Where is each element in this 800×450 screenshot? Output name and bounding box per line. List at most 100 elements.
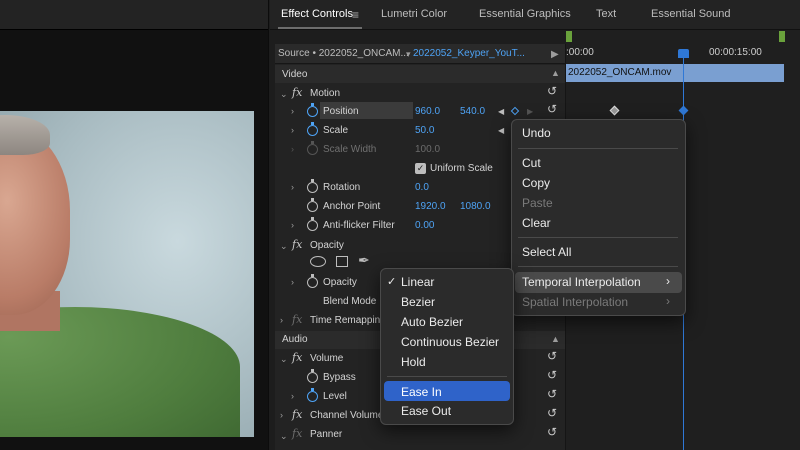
clip-name-label: 2022052_ONCAM.mov: [568, 67, 672, 78]
rotation-expand-chevron-icon[interactable]: ›: [291, 182, 294, 192]
volume-expand-chevron-icon[interactable]: ⌄: [280, 354, 288, 365]
tab-essential-graphics[interactable]: Essential Graphics: [479, 8, 571, 20]
position-x-value[interactable]: 960.0: [415, 106, 440, 117]
opacity-fx-icon[interactable]: fx: [292, 238, 302, 251]
menu-item-undo[interactable]: Undo: [522, 126, 551, 140]
prev-keyframe-icon[interactable]: ◀: [498, 107, 504, 116]
active-tab-indicator: [278, 27, 362, 29]
submenu-item-bezier[interactable]: Bezier: [401, 295, 435, 309]
play-clip-icon[interactable]: ▶: [551, 49, 559, 60]
bypass-stopwatch-icon[interactable]: [307, 369, 318, 383]
scale-expand-chevron-icon[interactable]: ›: [291, 125, 294, 135]
video-frame: [0, 111, 254, 437]
menu-item-select-all[interactable]: Select All: [522, 245, 571, 259]
menu-item-paste[interactable]: Paste: [522, 196, 553, 210]
submenu-arrow-icon: ›: [666, 294, 670, 308]
antiflicker-value[interactable]: 0.00: [415, 220, 434, 231]
tab-text[interactable]: Text: [596, 8, 616, 20]
opacity-expand-chevron-icon[interactable]: ›: [291, 277, 294, 287]
scale-label: Scale: [323, 125, 349, 136]
volume-fx-icon[interactable]: fx: [292, 351, 302, 364]
position-stopwatch-icon[interactable]: [307, 103, 318, 117]
position-expand-chevron-icon[interactable]: ›: [291, 106, 294, 116]
opacity-label: Opacity: [323, 277, 357, 288]
submenu-arrow-icon: ›: [666, 274, 670, 288]
reset-volume-icon[interactable]: ↺: [547, 349, 557, 363]
rotation-label: Rotation: [323, 182, 361, 193]
reset-level-icon[interactable]: ↺: [547, 387, 557, 401]
reset-bypass-icon[interactable]: ↺: [547, 368, 557, 382]
dropdown-chevron-icon[interactable]: ▾: [406, 49, 411, 60]
video-section-header: [275, 65, 565, 83]
menu-item-clear[interactable]: Clear: [522, 216, 551, 230]
ellipse-mask-icon[interactable]: [310, 256, 326, 267]
reset-motion-icon[interactable]: ↺: [547, 84, 557, 98]
timecode-end: 00:00:15:00: [709, 47, 762, 58]
menu-item-spatial-interpolation[interactable]: Spatial Interpolation: [522, 295, 628, 309]
reset-channel-volume-icon[interactable]: ↺: [547, 406, 557, 420]
motion-expand-chevron-icon[interactable]: ⌄: [280, 89, 288, 100]
out-point-marker[interactable]: [779, 31, 785, 42]
rectangle-mask-icon[interactable]: [336, 256, 348, 267]
scale-width-expand-chevron-icon[interactable]: ›: [291, 144, 294, 154]
pen-mask-icon[interactable]: ✒: [358, 252, 370, 269]
scale-stopwatch-icon[interactable]: [307, 122, 318, 136]
uniform-scale-checkbox[interactable]: ✓: [415, 163, 426, 174]
sequence-clip-label[interactable]: 2022052_Keyper_YouT...: [413, 48, 525, 59]
in-point-marker[interactable]: [566, 31, 572, 42]
time-remap-fx-icon[interactable]: fx: [292, 313, 302, 326]
submenu-item-hold[interactable]: Hold: [401, 355, 426, 369]
tab-lumetri-color[interactable]: Lumetri Color: [381, 8, 447, 20]
position-label: Position: [323, 106, 359, 117]
scale-value[interactable]: 50.0: [415, 125, 434, 136]
scale-prev-keyframe-icon[interactable]: ◀: [498, 126, 504, 135]
position-y-value[interactable]: 540.0: [460, 106, 485, 117]
next-keyframe-icon[interactable]: ▶: [527, 107, 533, 116]
level-label: Level: [323, 391, 347, 402]
submenu-item-ease-out[interactable]: Ease Out: [401, 404, 451, 418]
panner-label: Panner: [310, 429, 343, 440]
opacity-effect-expand-chevron-icon[interactable]: ⌄: [280, 241, 288, 252]
tab-effect-controls[interactable]: Effect Controls: [281, 8, 353, 20]
opacity-stopwatch-icon[interactable]: [307, 274, 318, 288]
anchor-x-value[interactable]: 1920.0: [415, 201, 446, 212]
submenu-item-linear[interactable]: Linear: [401, 275, 434, 289]
scale-width-label: Scale Width: [323, 144, 377, 155]
source-clip-label[interactable]: Source • 2022052_ONCAM...: [278, 48, 409, 59]
rotation-stopwatch-icon[interactable]: [307, 179, 318, 193]
reset-panner-icon[interactable]: ↺: [547, 425, 557, 439]
rotation-value[interactable]: 0.0: [415, 182, 429, 193]
anchor-stopwatch-icon[interactable]: [307, 198, 318, 212]
scale-width-stopwatch-icon: [307, 141, 318, 155]
antiflicker-label: Anti-flicker Filter: [323, 220, 395, 231]
program-monitor-header: [0, 0, 268, 30]
linear-checkmark-icon: ✓: [387, 276, 397, 288]
level-stopwatch-icon[interactable]: [307, 388, 318, 402]
tab-essential-sound[interactable]: Essential Sound: [651, 8, 731, 20]
channel-volume-fx-icon[interactable]: fx: [292, 408, 302, 421]
panner-fx-icon[interactable]: fx: [292, 427, 302, 440]
antiflicker-expand-chevron-icon[interactable]: ›: [291, 220, 294, 230]
reset-position-icon[interactable]: ↺: [547, 102, 557, 116]
level-expand-chevron-icon[interactable]: ›: [291, 391, 294, 401]
panner-expand-chevron-icon[interactable]: ⌄: [280, 431, 288, 442]
playhead-handle[interactable]: [678, 49, 689, 58]
submenu-item-ease-in[interactable]: Ease In: [401, 385, 442, 399]
panel-divider[interactable]: [268, 0, 269, 450]
menu-item-copy[interactable]: Copy: [522, 176, 550, 190]
collapse-audio-icon[interactable]: ▲: [551, 334, 560, 344]
panel-menu-icon[interactable]: ≡: [352, 8, 359, 22]
menu-item-temporal-interpolation[interactable]: Temporal Interpolation: [522, 275, 641, 289]
scale-width-value: 100.0: [415, 144, 441, 155]
menu-item-cut[interactable]: Cut: [522, 156, 541, 170]
anchor-y-value[interactable]: 1080.0: [460, 201, 491, 212]
audio-section-label: Audio: [282, 334, 308, 345]
antiflicker-stopwatch-icon[interactable]: [307, 217, 318, 231]
submenu-item-continuous-bezier[interactable]: Continuous Bezier: [401, 335, 499, 349]
motion-effect-label: Motion: [310, 88, 341, 99]
channel-volume-expand-chevron-icon[interactable]: ›: [280, 410, 283, 420]
submenu-item-auto-bezier[interactable]: Auto Bezier: [401, 315, 463, 329]
collapse-video-icon[interactable]: ▲: [551, 68, 560, 78]
fx-icon[interactable]: fx: [292, 86, 302, 99]
time-remap-expand-chevron-icon[interactable]: ›: [280, 315, 283, 325]
